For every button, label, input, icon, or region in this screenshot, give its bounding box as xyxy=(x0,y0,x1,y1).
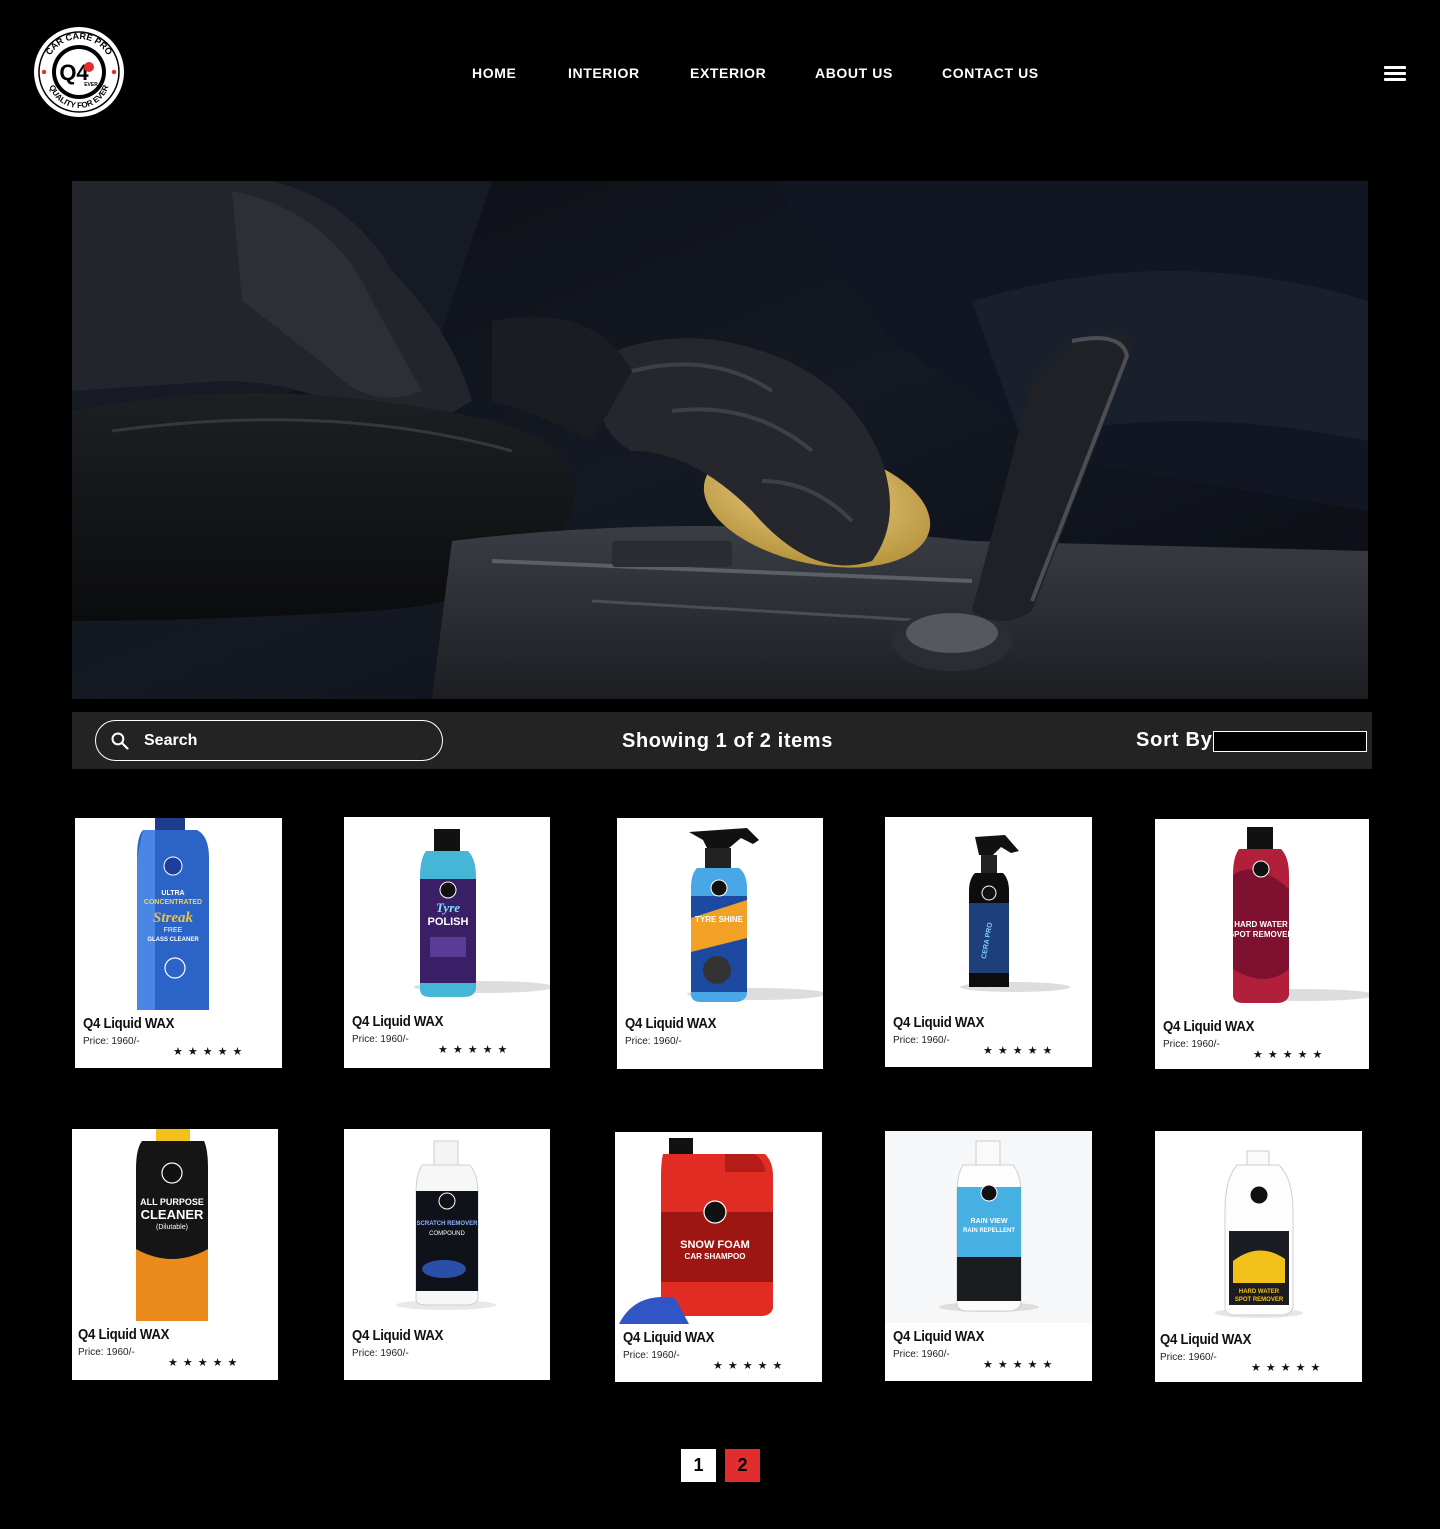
product-name: Q4 Liquid WAX xyxy=(1160,1331,1252,1348)
search-input[interactable] xyxy=(144,730,424,752)
bottle-label: HARD WATER xyxy=(1234,920,1288,929)
product-name: Q4 Liquid WAX xyxy=(893,1328,985,1345)
bottle-label: ULTRA xyxy=(161,890,184,897)
product-price: Price: 1960/- xyxy=(893,1349,950,1360)
bottle-label: (Dilutable) xyxy=(156,1224,188,1231)
product-image: ULTRA CONCENTRATED Streak FREE GLASS CLE… xyxy=(75,818,282,1010)
product-image: HARD WATER SPOT REMOVER xyxy=(1155,819,1369,1011)
product-price: Price: 1960/- xyxy=(625,1036,682,1047)
product-name: Q4 Liquid WAX xyxy=(893,1014,985,1031)
pagination-page-2[interactable]: 2 xyxy=(725,1449,760,1482)
bottle-label: SCRATCH REMOVER xyxy=(417,1221,479,1227)
product-card[interactable]: RAIN VIEW RAIN REPELLENT Q4 Liquid WAX P… xyxy=(885,1131,1092,1381)
product-rating: ★★★★★ xyxy=(1253,1049,1328,1061)
product-card[interactable]: SNOW FOAM CAR SHAMPOO Q4 Liquid WAX Pric… xyxy=(615,1132,822,1382)
bottle-label: SPOT REMOVER xyxy=(1235,1297,1284,1303)
main-nav: HOME INTERIOR EXTERIOR ABOUT US CONTACT … xyxy=(0,65,1440,85)
product-card[interactable]: ULTRA CONCENTRATED Streak FREE GLASS CLE… xyxy=(75,818,282,1068)
bottle-label: ALL PURPOSE xyxy=(140,1197,204,1207)
product-card[interactable]: HARD WATER SPOT REMOVER Q4 Liquid WAX Pr… xyxy=(1155,1131,1362,1382)
product-card[interactable]: HARD WATER SPOT REMOVER Q4 Liquid WAX Pr… xyxy=(1155,819,1369,1069)
catalog-toolbar: Showing 1 of 2 items Sort By xyxy=(72,712,1372,769)
product-card[interactable]: TYRE SHINE Q4 Liquid WAX Price: 1960/- xyxy=(617,818,823,1069)
product-name: Q4 Liquid WAX xyxy=(1163,1018,1255,1035)
product-image: CERA PRO xyxy=(885,817,1092,1009)
hamburger-menu-icon[interactable] xyxy=(1384,66,1406,82)
product-image: Tyre POLISH xyxy=(344,817,550,1007)
product-image: SCRATCH REMOVER COMPOUND xyxy=(344,1129,550,1321)
product-rating: ★★★★★ xyxy=(713,1360,788,1372)
search-box[interactable] xyxy=(95,720,443,761)
bottle-label: CLEANER xyxy=(141,1207,204,1222)
product-price: Price: 1960/- xyxy=(352,1034,409,1045)
bottle-label: CONCENTRATED xyxy=(144,899,202,906)
sort-select[interactable] xyxy=(1213,731,1367,752)
nav-exterior[interactable]: EXTERIOR xyxy=(690,65,766,81)
bottle-label: FREE xyxy=(164,927,183,934)
product-image: RAIN VIEW RAIN REPELLENT xyxy=(885,1131,1092,1323)
product-rating: ★★★★★ xyxy=(168,1357,243,1369)
nav-about-us[interactable]: ABOUT US xyxy=(815,65,893,81)
product-rating: ★★★★★ xyxy=(1251,1362,1326,1374)
results-count: Showing 1 of 2 items xyxy=(622,730,833,752)
product-image: TYRE SHINE xyxy=(617,818,823,1010)
bottle-label: CAR SHAMPOO xyxy=(685,1252,746,1261)
bottle-label: POLISH xyxy=(428,916,469,928)
product-name: Q4 Liquid WAX xyxy=(352,1013,444,1030)
product-rating: ★★★★★ xyxy=(173,1046,248,1058)
sort-label: Sort By xyxy=(1136,729,1213,751)
bottle-label: SNOW FOAM xyxy=(680,1239,750,1251)
nav-interior[interactable]: INTERIOR xyxy=(568,65,640,81)
bottle-label: Streak xyxy=(153,910,194,926)
product-card[interactable]: Tyre POLISH Q4 Liquid WAX Price: 1960/- … xyxy=(344,817,550,1068)
product-image: ALL PURPOSE CLEANER (Dilutable) xyxy=(72,1129,278,1321)
bottle-label: Tyre xyxy=(436,900,460,915)
nav-home[interactable]: HOME xyxy=(472,65,516,81)
product-name: Q4 Liquid WAX xyxy=(623,1329,715,1346)
product-card[interactable]: SCRATCH REMOVER COMPOUND Q4 Liquid WAX P… xyxy=(344,1129,550,1380)
nav-contact-us[interactable]: CONTACT US xyxy=(942,65,1039,81)
product-price: Price: 1960/- xyxy=(1163,1039,1220,1050)
product-card[interactable]: CERA PRO Q4 Liquid WAX Price: 1960/- ★★★… xyxy=(885,817,1092,1067)
bottle-label: GLASS CLEANER xyxy=(147,937,199,943)
product-price: Price: 1960/- xyxy=(623,1350,680,1361)
product-rating: ★★★★★ xyxy=(983,1045,1058,1057)
hero-image xyxy=(72,181,1368,699)
product-price: Price: 1960/- xyxy=(78,1347,135,1358)
product-price: Price: 1960/- xyxy=(893,1035,950,1046)
product-rating: ★★★★★ xyxy=(983,1359,1058,1371)
product-image: HARD WATER SPOT REMOVER xyxy=(1155,1131,1362,1323)
product-name: Q4 Liquid WAX xyxy=(625,1015,717,1032)
product-card[interactable]: ALL PURPOSE CLEANER (Dilutable) Q4 Liqui… xyxy=(72,1129,278,1380)
product-name: Q4 Liquid WAX xyxy=(78,1326,170,1343)
product-price: Price: 1960/- xyxy=(352,1348,409,1359)
product-image: SNOW FOAM CAR SHAMPOO xyxy=(615,1132,822,1324)
bottle-label: HARD WATER xyxy=(1239,1289,1280,1295)
bottle-label: SPOT REMOVER xyxy=(1229,930,1294,939)
hero-banner xyxy=(72,181,1368,699)
bottle-label: RAIN VIEW xyxy=(971,1218,1008,1225)
product-price: Price: 1960/- xyxy=(83,1036,140,1047)
bottle-label: TYRE SHINE xyxy=(695,915,744,924)
product-name: Q4 Liquid WAX xyxy=(83,1015,175,1032)
bottle-label: COMPOUND xyxy=(429,1231,465,1237)
search-icon xyxy=(111,732,129,750)
product-name: Q4 Liquid WAX xyxy=(352,1327,444,1344)
bottle-label: RAIN REPELLENT xyxy=(963,1228,1015,1234)
pagination-page-1[interactable]: 1 xyxy=(681,1449,716,1482)
product-price: Price: 1960/- xyxy=(1160,1352,1217,1363)
product-rating: ★★★★★ xyxy=(438,1044,513,1056)
